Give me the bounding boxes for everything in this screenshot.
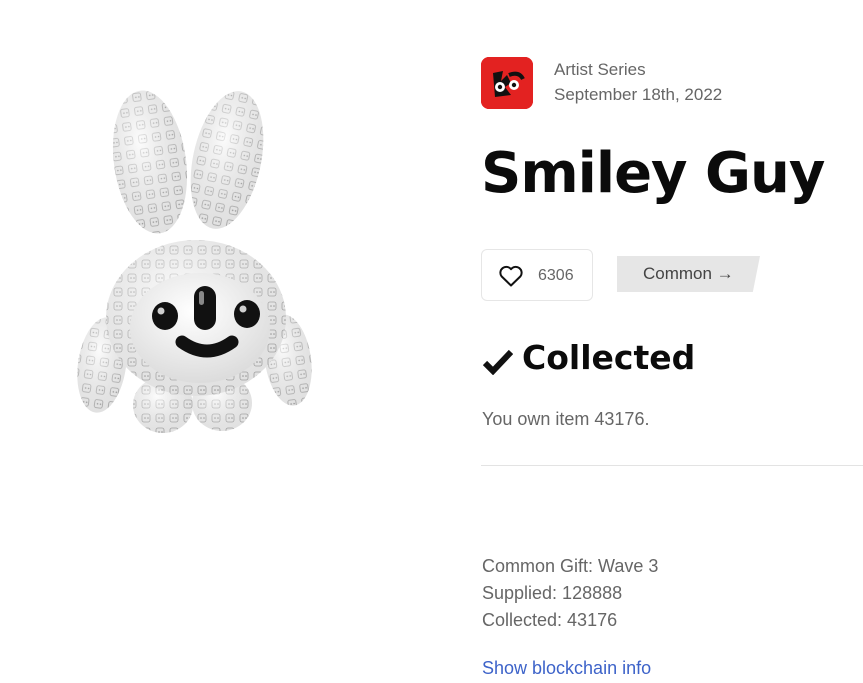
checkmark-icon <box>483 349 513 375</box>
item-title: Smiley Guy <box>481 141 825 206</box>
item-detail-page: Artist Series September 18th, 2022 Smile… <box>0 0 863 683</box>
divider <box>481 465 863 466</box>
show-blockchain-info-link[interactable]: Show blockchain info <box>482 658 651 679</box>
gift-wave-stat: Common Gift: Wave 3 <box>482 556 659 576</box>
like-button[interactable]: 6306 <box>481 249 593 301</box>
collected-heading: Collected <box>522 338 696 377</box>
collected-stat: Collected: 43176 <box>482 610 618 630</box>
release-date: September 18th, 2022 <box>554 85 723 104</box>
smiley-guy-figure <box>70 90 320 440</box>
rarity-button[interactable]: Common → <box>617 256 760 292</box>
rarity-label: Common → <box>643 264 734 283</box>
like-count: 6306 <box>538 267 574 284</box>
series-logo-icon[interactable] <box>481 57 533 109</box>
heart-icon <box>499 265 523 287</box>
series-name: Artist Series <box>554 60 646 79</box>
ownership-text: You own item 43176. <box>482 409 650 429</box>
supplied-stat: Supplied: 128888 <box>482 583 623 603</box>
